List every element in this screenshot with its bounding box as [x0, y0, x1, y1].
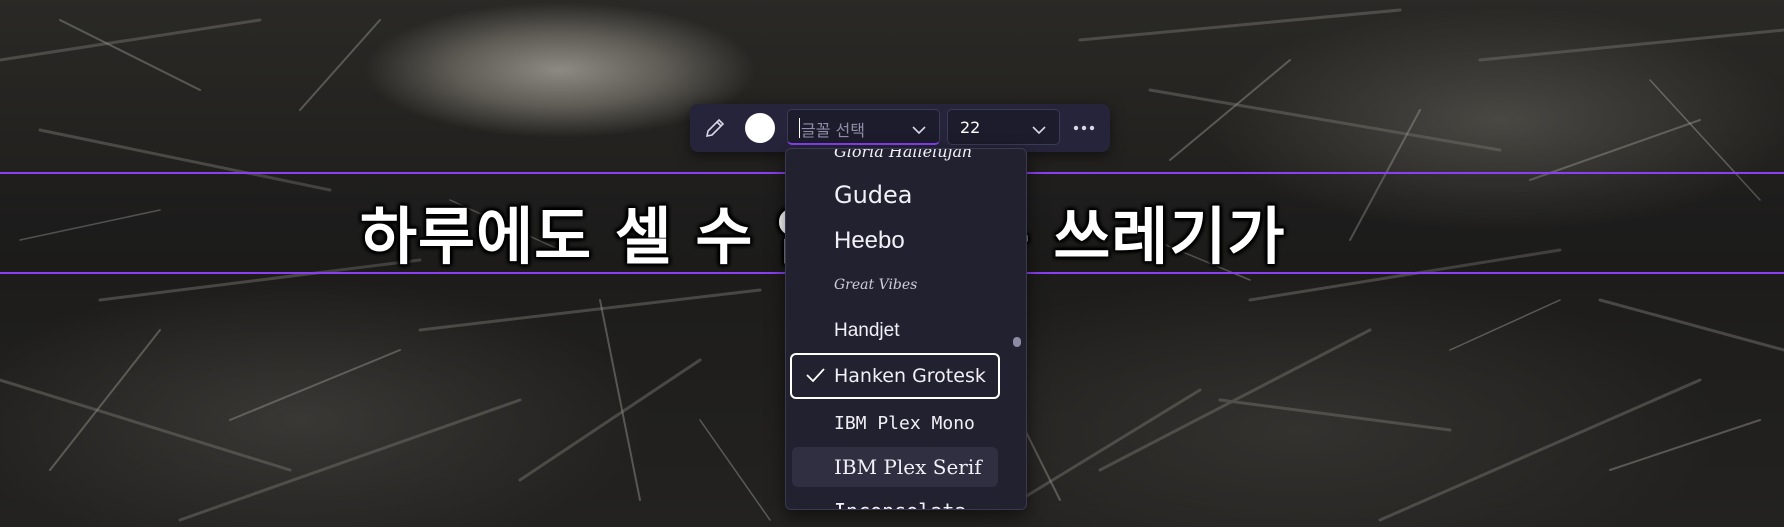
font-option-label: Gloria Hallelujah — [834, 148, 973, 161]
chevron-down-icon — [1031, 121, 1047, 140]
pencil-icon[interactable] — [700, 114, 730, 142]
text-color-swatch[interactable] — [745, 113, 775, 143]
chevron-down-icon — [911, 121, 927, 140]
font-size-value: 22 — [960, 118, 981, 137]
font-option-gloria-hallelujah[interactable]: Gloria Hallelujah — [792, 148, 998, 171]
more-horizontal-icon — [1073, 125, 1095, 131]
dropdown-scrollbar[interactable] — [1013, 337, 1021, 347]
font-select-placeholder: 글꼴 선택 — [801, 121, 865, 140]
text-toolbar: 글꼴 선택 22 — [690, 104, 1110, 152]
font-option-label: Hanken Grotesk — [834, 365, 986, 387]
font-option-label: Heebo — [834, 227, 905, 254]
font-option-label: IBM Plex Serif — [834, 455, 982, 479]
font-option-handjet[interactable]: Handjet — [792, 311, 998, 351]
more-options-button[interactable] — [1068, 113, 1100, 143]
text-caret — [799, 118, 800, 138]
font-option-great-vibes[interactable]: Great Vibes — [792, 265, 998, 305]
font-dropdown[interactable]: Gloria Hallelujah Gudea Heebo Great Vibe… — [785, 148, 1027, 510]
font-option-label: Handjet — [834, 320, 900, 341]
font-option-label: Gudea — [834, 181, 913, 209]
font-size-select[interactable]: 22 — [947, 109, 1060, 145]
font-option-hanken-grotesk[interactable]: Hanken Grotesk — [790, 353, 1000, 399]
font-select[interactable]: 글꼴 선택 — [787, 109, 940, 145]
font-option-label: Great Vibes — [834, 277, 918, 293]
font-option-ibm-plex-mono[interactable]: IBM Plex Mono — [792, 403, 998, 443]
font-option-heebo[interactable]: Heebo — [792, 221, 998, 261]
checkmark-icon — [804, 364, 826, 391]
font-option-ibm-plex-serif[interactable]: IBM Plex Serif — [792, 447, 998, 487]
font-option-gudea[interactable]: Gudea — [792, 175, 998, 215]
font-option-inconsolata[interactable]: Inconsolata — [792, 491, 998, 509]
font-option-label: IBM Plex Mono — [834, 412, 975, 434]
font-option-label: Inconsolata — [834, 499, 966, 509]
